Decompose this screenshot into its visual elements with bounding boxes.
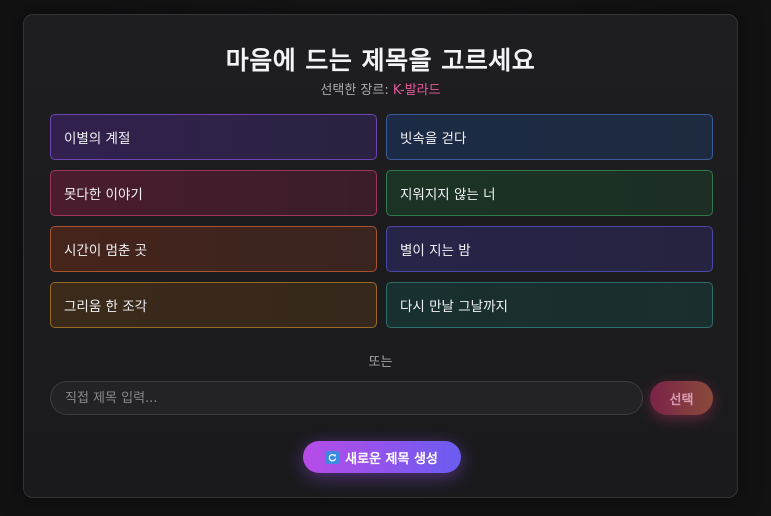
title-option-label: 시간이 멈춘 곳 bbox=[64, 243, 148, 259]
title-option-label: 빗속을 걷다 bbox=[400, 131, 467, 147]
or-divider: 또는 bbox=[368, 355, 393, 370]
title-picker-card: 마음에 드는 제목을 고르세요 선택한 장르: K-발라드 이별의 계절 빗속을… bbox=[23, 14, 738, 498]
title-option-label: 별이 지는 밤 bbox=[400, 243, 471, 259]
title-option[interactable]: 지워지지 않는 너 bbox=[386, 170, 713, 216]
title-option-label: 지워지지 않는 너 bbox=[400, 187, 496, 203]
select-button[interactable]: 선택 bbox=[650, 381, 713, 415]
title-option-label: 못다한 이야기 bbox=[64, 187, 143, 203]
refresh-icon bbox=[326, 450, 340, 464]
custom-title-input[interactable] bbox=[50, 381, 643, 415]
selected-genre-line: 선택한 장르: K-발라드 bbox=[24, 79, 737, 98]
title-option-label: 그리움 한 조각 bbox=[64, 299, 148, 315]
title-option[interactable]: 못다한 이야기 bbox=[50, 170, 377, 216]
title-option[interactable]: 별이 지는 밤 bbox=[386, 226, 713, 272]
genre-prefix: 선택한 장르: bbox=[320, 83, 393, 98]
page-title: 마음에 드는 제목을 고르세요 bbox=[225, 46, 536, 75]
title-option-label: 다시 만날 그날까지 bbox=[400, 299, 508, 315]
title-option[interactable]: 빗속을 걷다 bbox=[386, 114, 713, 160]
genre-value: K-발라드 bbox=[392, 83, 441, 98]
title-option[interactable]: 그리움 한 조각 bbox=[50, 282, 377, 328]
title-option[interactable]: 시간이 멈춘 곳 bbox=[50, 226, 377, 272]
generate-new-titles-button[interactable]: 새로운 제목 생성 bbox=[303, 441, 461, 473]
page: 마음에 드는 제목을 고르세요 선택한 장르: K-발라드 이별의 계절 빗속을… bbox=[0, 0, 771, 516]
title-option[interactable]: 다시 만날 그날까지 bbox=[386, 282, 713, 328]
title-options-grid: 이별의 계절 빗속을 걷다 못다한 이야기 지워지지 않는 너 시간이 멈춘 곳… bbox=[50, 114, 713, 328]
title-option-label: 이별의 계절 bbox=[64, 131, 131, 147]
title-option[interactable]: 이별의 계절 bbox=[50, 114, 377, 160]
generate-button-label: 새로운 제목 생성 bbox=[345, 451, 438, 467]
